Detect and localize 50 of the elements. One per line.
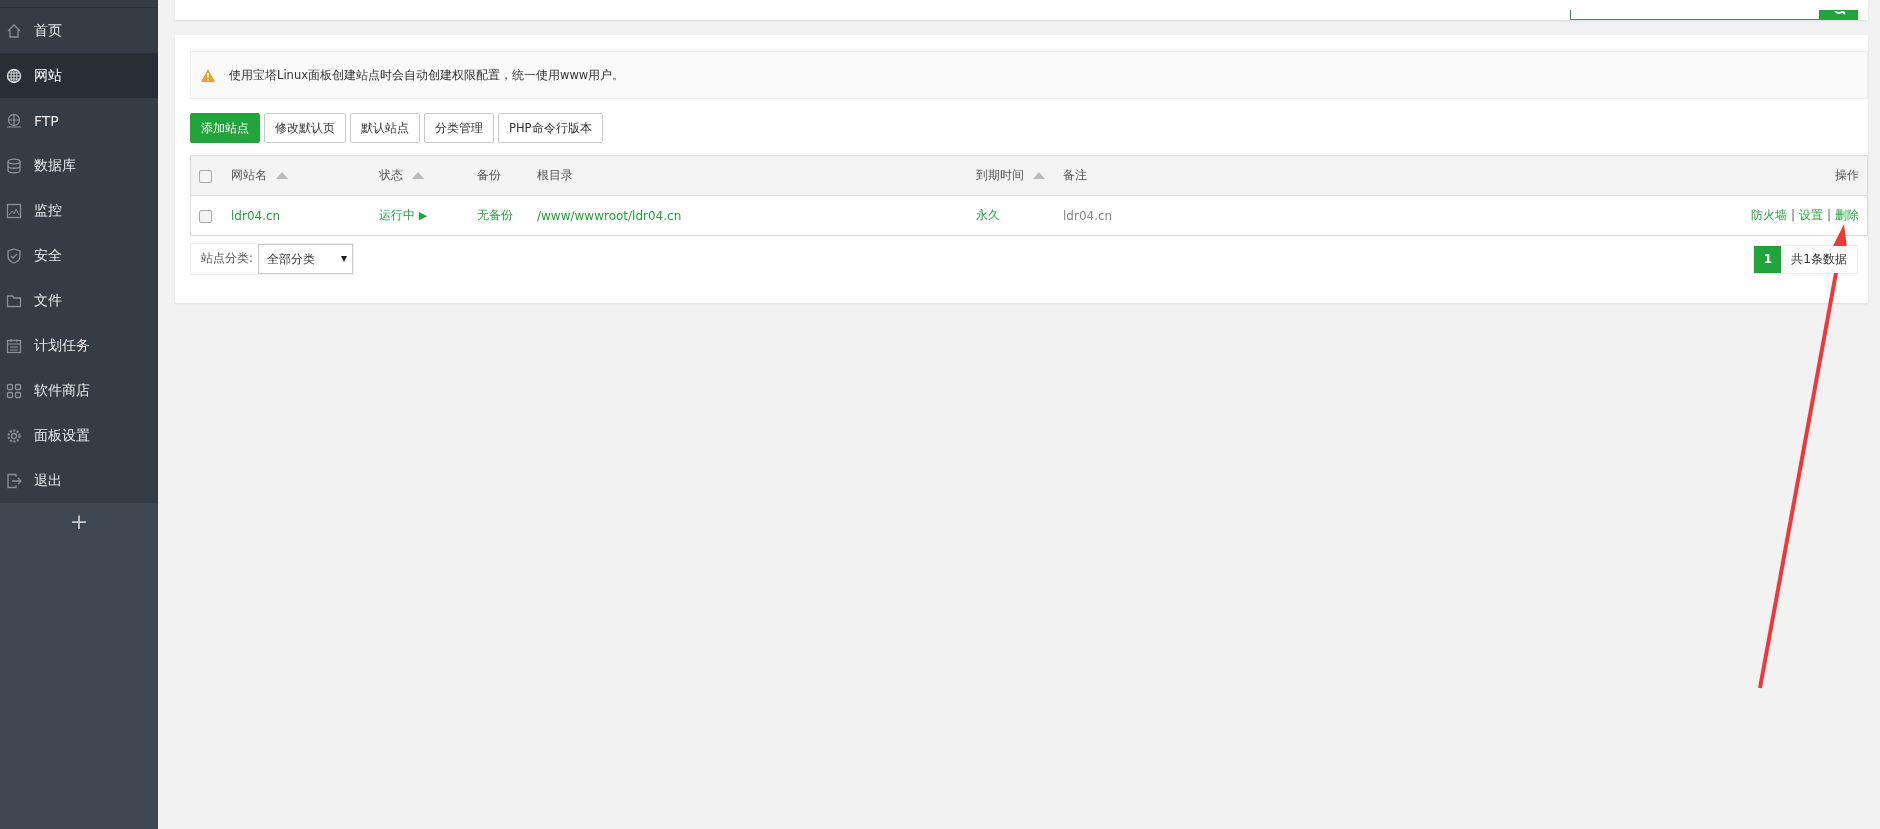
toolbar-button[interactable]: PHP命令行版本 xyxy=(498,113,603,143)
database-icon xyxy=(6,157,22,174)
globe-icon xyxy=(6,67,22,84)
separator-text: | xyxy=(1790,208,1795,222)
column-header: 备份 xyxy=(477,168,501,182)
sidebar-item[interactable]: 数据库 xyxy=(0,143,158,188)
column-header: 操作 xyxy=(1835,168,1859,182)
caret-icon xyxy=(340,256,347,262)
sidebar-item[interactable]: 文件 xyxy=(0,278,158,323)
sidebar-item[interactable]: 监控 xyxy=(0,188,158,233)
calendar-icon xyxy=(6,337,22,354)
alert-text: 使用宝塔Linux面板创建站点时会自动创建权限配置，统一使用www用户。 xyxy=(229,67,625,83)
column-header: 备注 xyxy=(1063,168,1087,182)
category-label: 站点分类: xyxy=(200,250,254,267)
column-header[interactable]: 状态 xyxy=(379,168,403,182)
add-menu-button[interactable]: + xyxy=(61,509,97,535)
exit-icon xyxy=(6,472,22,489)
folder-icon xyxy=(6,292,22,309)
column-header[interactable]: 网站名 xyxy=(231,168,267,182)
checkbox[interactable] xyxy=(199,169,212,183)
checkbox[interactable] xyxy=(199,209,212,223)
toolbar-button[interactable]: 修改默认页 xyxy=(264,113,346,143)
sidebar-item[interactable]: FTP xyxy=(0,98,158,143)
home-icon xyxy=(6,22,22,39)
remark-text[interactable]: ldr04.cn xyxy=(1063,208,1113,223)
column-header: 根目录 xyxy=(537,168,573,182)
sidebar-item[interactable]: 计划任务 xyxy=(0,323,158,368)
toolbar-button[interactable]: 默认站点 xyxy=(350,113,420,143)
play-icon: ▶ xyxy=(418,209,428,222)
column-header[interactable]: 到期时间 xyxy=(976,168,1024,182)
toolbar-button[interactable]: 分类管理 xyxy=(424,113,494,143)
sidebar-item[interactable]: 退出 xyxy=(0,458,158,503)
search-field[interactable] xyxy=(1570,10,1820,20)
warning-icon xyxy=(201,68,215,82)
sidebar-item[interactable]: 网站 xyxy=(0,53,158,98)
category-select[interactable]: 全部分类 xyxy=(257,244,353,274)
search-button[interactable] xyxy=(1820,10,1858,20)
sort-icon[interactable] xyxy=(1033,172,1045,179)
globe-icon xyxy=(6,112,22,129)
chart-icon xyxy=(6,202,22,219)
sidebar-item[interactable]: 面板设置 xyxy=(0,413,158,458)
sort-icon[interactable] xyxy=(412,172,424,179)
separator-text: | xyxy=(1826,208,1831,222)
sidebar-item[interactable]: 软件商店 xyxy=(0,368,158,413)
settings-icon xyxy=(6,427,22,444)
sidebar-item[interactable]: 安全 xyxy=(0,233,158,278)
sidebar-item[interactable]: 首页 xyxy=(0,8,158,53)
shield-icon xyxy=(6,247,22,264)
grid-icon xyxy=(6,382,22,399)
sort-icon[interactable] xyxy=(276,172,288,179)
